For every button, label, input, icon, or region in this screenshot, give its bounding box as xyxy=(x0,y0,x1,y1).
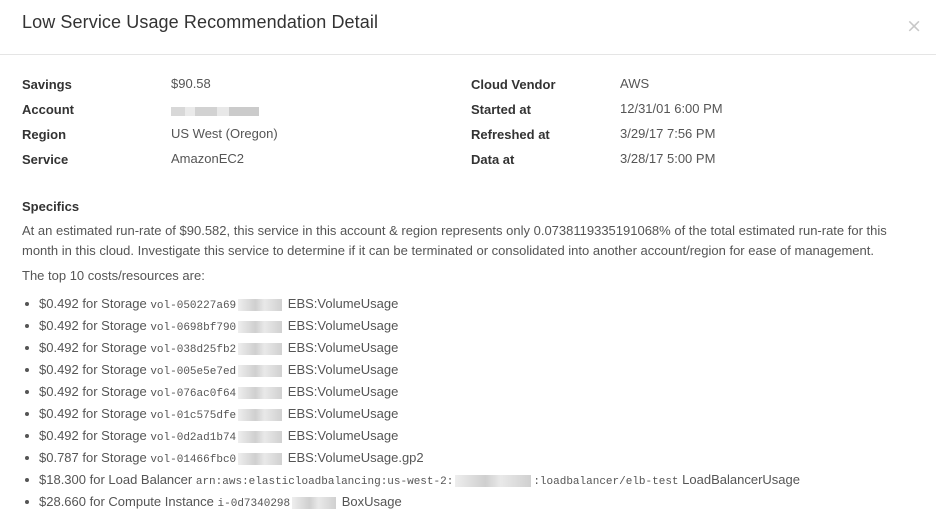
account-label: Account xyxy=(22,102,74,117)
list-item: $28.660 for Compute Instance i-0d7340298… xyxy=(22,492,922,514)
resource-id: vol-005e5e7ed xyxy=(150,366,237,378)
cost-prefix: $0.492 for Storage xyxy=(39,296,147,311)
modal-header: Low Service Usage Recommendation Detail … xyxy=(0,0,936,55)
service-value: AmazonEC2 xyxy=(171,151,244,166)
top-costs-list: $0.492 for Storage vol-050227a69 EBS:Vol… xyxy=(22,294,922,514)
refreshed-at-label: Refreshed at xyxy=(471,127,550,142)
usage-type: EBS:VolumeUsage xyxy=(287,318,399,333)
specifics-description: At an estimated run-rate of $90.582, thi… xyxy=(22,223,887,258)
close-icon[interactable]: × xyxy=(906,16,922,36)
service-label: Service xyxy=(22,152,69,167)
region-value: US West (Oregon) xyxy=(171,126,278,141)
usage-type: EBS:VolumeUsage xyxy=(287,428,399,443)
resource-id: vol-0d2ad1b74 xyxy=(150,432,237,444)
usage-type: EBS:VolumeUsage xyxy=(287,406,399,421)
redacted-block xyxy=(238,298,283,311)
resource-id: arn:aws:elasticloadbalancing:us-west-2: xyxy=(195,476,454,488)
cloud-vendor-label: Cloud Vendor xyxy=(471,77,556,92)
savings-value: $90.58 xyxy=(171,76,211,91)
list-item: $0.787 for Storage vol-01466fbc0 EBS:Vol… xyxy=(22,448,922,470)
resource-id: vol-0698bf790 xyxy=(150,322,237,334)
list-item: $0.492 for Storage vol-005e5e7ed EBS:Vol… xyxy=(22,360,922,382)
redacted-block xyxy=(292,496,337,509)
list-item: $0.492 for Storage vol-050227a69 EBS:Vol… xyxy=(22,294,922,316)
cost-prefix: $0.492 for Storage xyxy=(39,428,147,443)
cost-prefix: $28.660 for Compute Instance xyxy=(39,494,214,509)
redacted-block xyxy=(455,474,532,487)
redacted-block xyxy=(238,386,283,399)
usage-type: BoxUsage xyxy=(341,494,402,509)
resource-id: vol-01c575dfe xyxy=(150,410,237,422)
list-item: $0.492 for Storage vol-076ac0f64 EBS:Vol… xyxy=(22,382,922,404)
redacted-block xyxy=(238,430,283,443)
started-at-label: Started at xyxy=(471,102,531,117)
redacted-block xyxy=(238,408,283,421)
refreshed-at-value: 3/29/17 7:56 PM xyxy=(620,126,716,141)
top-costs-intro: The top 10 costs/resources are: xyxy=(22,268,205,283)
cost-prefix: $18.300 for Load Balancer xyxy=(39,472,193,487)
usage-type: EBS:VolumeUsage xyxy=(287,296,399,311)
cost-prefix: $0.492 for Storage xyxy=(39,318,147,333)
cost-prefix: $0.492 for Storage xyxy=(39,384,147,399)
redacted-block xyxy=(238,342,283,355)
list-item: $0.492 for Storage vol-0d2ad1b74 EBS:Vol… xyxy=(22,426,922,448)
resource-id-tail: :loadbalancer/elb-test xyxy=(533,476,679,488)
usage-type: EBS:VolumeUsage xyxy=(287,340,399,355)
region-label: Region xyxy=(22,127,67,142)
resource-id: i-0d7340298 xyxy=(217,498,291,510)
started-at-value: 12/31/01 6:00 PM xyxy=(620,101,723,116)
cost-prefix: $0.492 for Storage xyxy=(39,362,147,377)
usage-type: LoadBalancerUsage xyxy=(682,472,800,487)
cost-prefix: $0.492 for Storage xyxy=(39,406,147,421)
resource-id: vol-050227a69 xyxy=(150,300,237,312)
account-value-redacted xyxy=(171,103,259,118)
list-item: $0.492 for Storage vol-01c575dfe EBS:Vol… xyxy=(22,404,922,426)
specifics-title: Specifics xyxy=(22,199,80,214)
cost-prefix: $0.787 for Storage xyxy=(39,450,147,465)
redacted-block xyxy=(238,320,283,333)
data-at-label: Data at xyxy=(471,152,515,167)
usage-type: EBS:VolumeUsage xyxy=(287,362,399,377)
list-item: $0.492 for Storage vol-038d25fb2 EBS:Vol… xyxy=(22,338,922,360)
modal-title: Low Service Usage Recommendation Detail xyxy=(22,12,379,32)
resource-id: vol-076ac0f64 xyxy=(150,388,237,400)
cloud-vendor-value: AWS xyxy=(620,76,650,91)
usage-type: EBS:VolumeUsage xyxy=(287,384,399,399)
list-item: $18.300 for Load Balancer arn:aws:elasti… xyxy=(22,470,922,492)
resource-id: vol-038d25fb2 xyxy=(150,344,237,356)
data-at-value: 3/28/17 5:00 PM xyxy=(620,151,716,166)
redacted-block xyxy=(238,452,283,465)
list-item: $0.492 for Storage vol-0698bf790 EBS:Vol… xyxy=(22,316,922,338)
redacted-block xyxy=(238,364,283,377)
cost-prefix: $0.492 for Storage xyxy=(39,340,147,355)
savings-label: Savings xyxy=(22,77,72,92)
usage-type: EBS:VolumeUsage.gp2 xyxy=(287,450,424,465)
resource-id: vol-01466fbc0 xyxy=(150,454,237,466)
